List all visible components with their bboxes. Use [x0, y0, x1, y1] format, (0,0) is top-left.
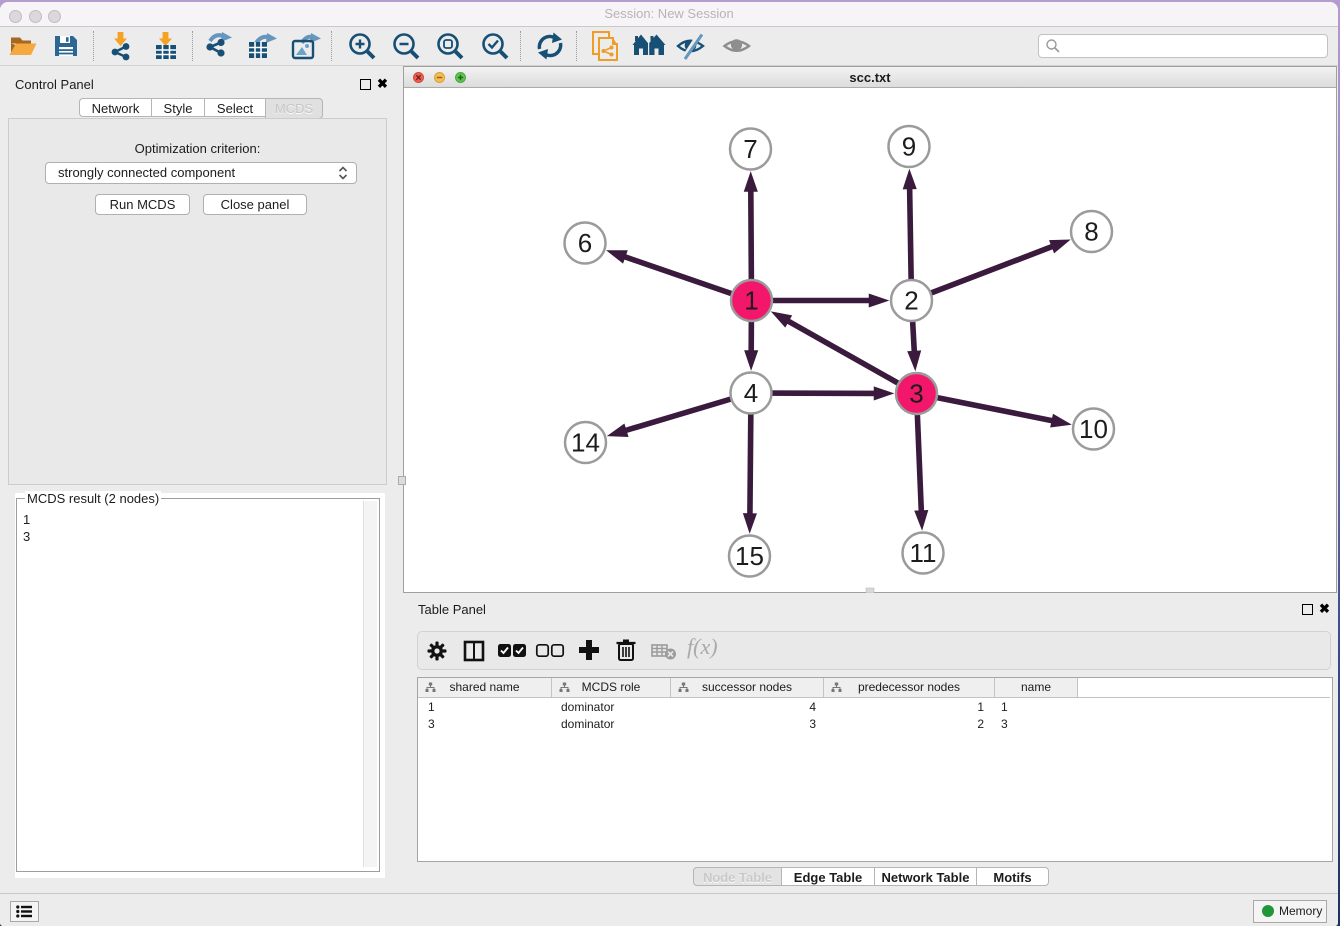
- svg-text:9: 9: [902, 132, 916, 162]
- svg-text:6: 6: [578, 228, 592, 258]
- svg-text:2: 2: [904, 286, 918, 316]
- svg-text:10: 10: [1079, 414, 1108, 444]
- svg-text:4: 4: [744, 378, 758, 408]
- svg-text:11: 11: [910, 538, 937, 568]
- svg-text:1: 1: [744, 286, 758, 316]
- svg-text:3: 3: [909, 379, 923, 409]
- svg-text:7: 7: [743, 134, 757, 164]
- svg-text:8: 8: [1084, 217, 1098, 247]
- svg-text:15: 15: [735, 541, 764, 571]
- svg-text:14: 14: [571, 428, 600, 458]
